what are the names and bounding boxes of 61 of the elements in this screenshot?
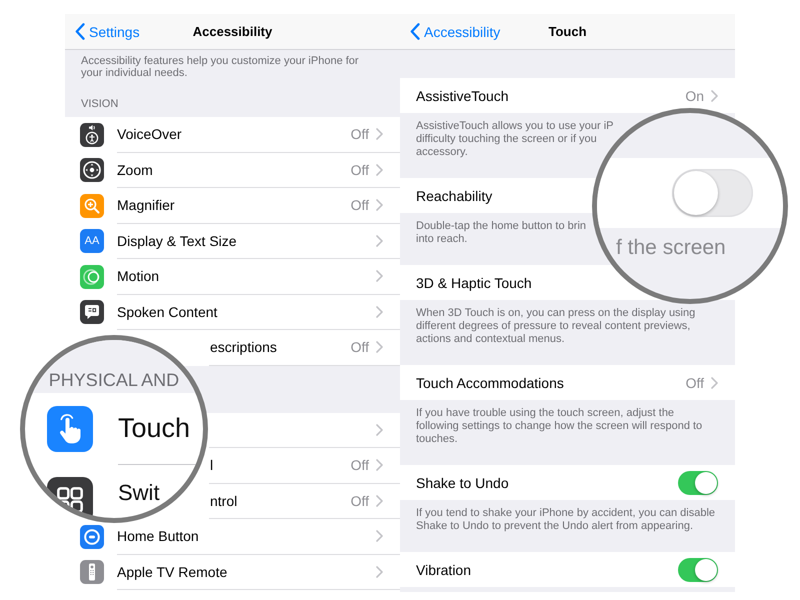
chevron-icon — [376, 341, 383, 354]
row-label: Touch Accommodations — [416, 374, 564, 390]
row-value: Off — [350, 198, 369, 212]
row-label: l — [210, 457, 214, 474]
back-button[interactable]: Settings — [75, 23, 140, 40]
row-label: Reachability — [416, 188, 492, 204]
row-label: Apple TV Remote — [117, 564, 228, 580]
row-value: Off — [686, 376, 704, 390]
row-label: Vibration — [416, 562, 472, 578]
row-label: Motion — [117, 268, 160, 284]
description-text: Accessibility features help you customize your iPhone for your individual needs. — [80, 54, 360, 79]
chevron-icon — [376, 270, 383, 282]
row-value: Off — [350, 127, 369, 142]
row-label: Zoom — [117, 162, 153, 178]
chevron-icon — [376, 128, 383, 140]
row-label: AssistiveTouch — [416, 88, 509, 104]
chevron-icon — [711, 376, 718, 388]
chevron-icon — [376, 530, 383, 542]
footer-text: AssistiveTouch allows you to use your iP difficulty touching the screen or if you accessory. — [416, 120, 614, 159]
chevron-icon — [376, 459, 383, 472]
text-size-icon: AA — [80, 229, 104, 254]
row-value: Off — [350, 340, 369, 354]
chevron-icon — [376, 494, 383, 507]
row-label: Home Button — [117, 528, 199, 544]
section-header: PHYSICAL AND — [48, 371, 180, 389]
row-label: Shake to Undo — [416, 474, 509, 490]
chevron-icon — [711, 90, 718, 102]
caption-text: f the screen — [616, 236, 726, 259]
back-button[interactable]: Accessibility — [410, 23, 500, 40]
row-label: Spoken Content — [117, 304, 218, 320]
settings-row[interactable]: ntrol Off — [209, 484, 400, 519]
row-label: Magnifier — [117, 197, 175, 214]
toggle-switch[interactable] — [672, 169, 753, 217]
footer-text: If you have trouble using the touch screen, adjust the following settings to change how the screen will respond to touches. — [416, 407, 702, 446]
back-chevron-icon — [75, 23, 85, 40]
row-value: Off — [350, 494, 369, 508]
chevron-icon — [376, 424, 383, 436]
row-value: Off — [350, 162, 369, 177]
screen-title: Touch — [548, 24, 587, 39]
footer-text: Double-tap the home button to brin into reach. — [416, 220, 586, 246]
toggle-switch[interactable] — [678, 470, 718, 494]
footer-text: If you tend to shake your iPhone by accident, you can disable Shake to Undo to prevent the Undo alert from appearing. — [416, 507, 716, 533]
chevron-icon — [376, 164, 383, 176]
row-label: VoiceOver — [117, 126, 182, 142]
toggle-switch[interactable] — [678, 558, 718, 582]
row-label: ntrol — [210, 492, 238, 509]
chevron-icon — [376, 234, 383, 247]
section-header: VISION — [80, 97, 120, 112]
chevron-icon — [376, 306, 383, 318]
chevron-icon — [376, 566, 383, 578]
back-chevron-icon — [410, 23, 420, 40]
row-value: On — [685, 88, 704, 102]
row-value: Off — [350, 458, 369, 472]
row-label: Swit — [118, 482, 160, 504]
screen-title: Accessibility — [192, 24, 272, 39]
footer-text: When 3D Touch is on, you can press on the display using different degrees of pressure to reveal content previews, actions and contextual menus. — [416, 307, 696, 346]
row-label: 3D & Haptic Touch — [416, 274, 532, 290]
row-label: Touch — [118, 415, 190, 442]
chevron-icon — [376, 199, 383, 212]
row-label: Display & Text Size — [117, 232, 237, 249]
row-label: escriptions — [210, 339, 277, 356]
